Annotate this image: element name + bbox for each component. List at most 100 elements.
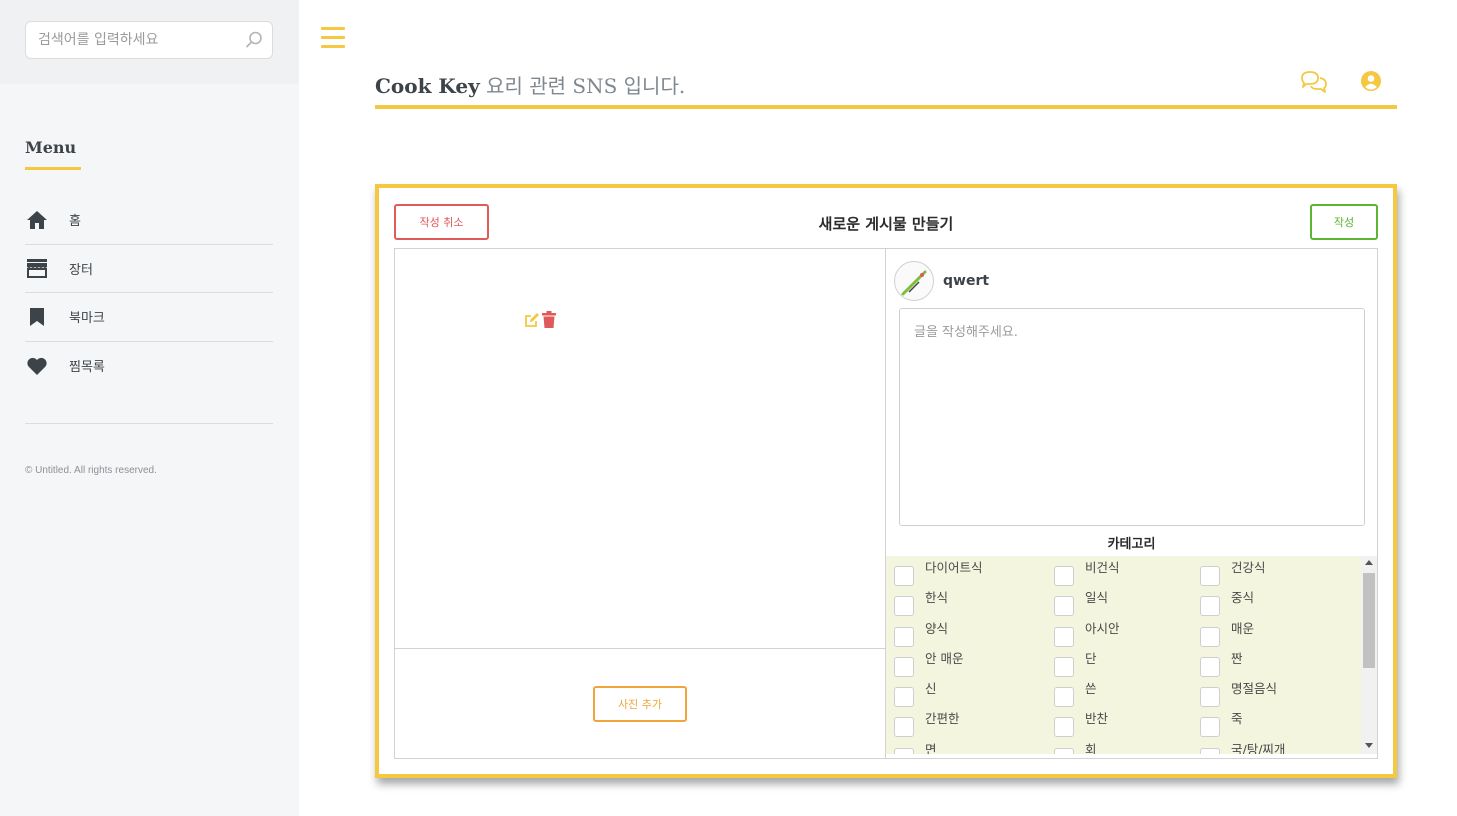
home-icon (25, 208, 49, 232)
category-option[interactable]: 국/탕/찌개 (1200, 742, 1285, 754)
new-post-modal: 작성 취소 새로운 게시물 만들기 작성 사진 추가 qwert 글을 작성해주… (375, 184, 1397, 778)
category-option[interactable]: 일식 (1054, 590, 1109, 617)
search-section (0, 0, 299, 84)
menu-list: 홈 장터 북마크 찜목록 (25, 196, 273, 390)
category-option[interactable]: 다이어트식 (894, 560, 983, 586)
sidebar-item-market[interactable]: 장터 (25, 245, 273, 293)
page-header: Cook Key 요리 관련 SNS 입니다. (375, 60, 1397, 109)
category-row: 간편한 반찬 죽 (894, 711, 1364, 741)
category-checkbox[interactable] (1054, 566, 1074, 586)
copyright-text: © Untitled. All rights reserved. (25, 465, 157, 476)
modal-title: 새로운 게시물 만들기 (818, 215, 954, 233)
category-option[interactable]: 명절음식 (1200, 681, 1278, 708)
category-checkbox[interactable] (1200, 747, 1220, 754)
image-preview-area[interactable] (395, 249, 885, 649)
user-icon[interactable] (1361, 71, 1381, 91)
category-checkbox[interactable] (894, 687, 914, 708)
category-title: 카테고리 (1107, 537, 1156, 552)
search-icon[interactable] (244, 30, 264, 50)
category-checkbox[interactable] (894, 656, 914, 677)
category-label: 중식 (1231, 590, 1255, 606)
category-option[interactable]: 한식 (894, 590, 948, 617)
category-checkbox[interactable] (894, 596, 914, 617)
category-label: 명절음식 (1231, 681, 1278, 697)
scroll-thumb[interactable] (1363, 573, 1375, 668)
category-grid: 다이어트식 비건식 건강식 한식 일식 중식 양식 아시안 매운 안 매운 단 … (894, 560, 1364, 754)
store-icon (25, 256, 49, 280)
chat-icon[interactable] (1300, 70, 1328, 94)
submit-button[interactable]: 작성 (1310, 204, 1378, 240)
category-label: 신 (925, 681, 937, 697)
sidebar-divider (25, 423, 273, 424)
category-label: 단 (1085, 650, 1097, 666)
sidebar-item-wishlist[interactable]: 찜목록 (25, 342, 273, 391)
category-label: 아시안 (1085, 620, 1120, 636)
category-option[interactable]: 간편한 (894, 711, 960, 738)
category-option[interactable]: 짠 (1200, 651, 1243, 677)
category-option[interactable]: 중식 (1200, 590, 1255, 617)
heart-icon (25, 354, 49, 378)
category-checkbox[interactable] (894, 717, 914, 738)
category-label: 간편한 (925, 711, 960, 727)
image-pane: 사진 추가 (395, 249, 886, 758)
category-option[interactable]: 회 (1054, 742, 1097, 754)
category-label: 양식 (925, 620, 949, 636)
sidebar-item-bookmark[interactable]: 북마크 (25, 293, 273, 342)
category-label: 건강식 (1231, 560, 1266, 575)
category-option[interactable]: 반찬 (1054, 711, 1109, 738)
category-label: 반찬 (1085, 711, 1109, 727)
category-row: 안 매운 단 짠 (894, 651, 1364, 681)
category-checkbox[interactable] (1200, 566, 1220, 586)
category-label: 안 매운 (925, 650, 964, 666)
category-checkbox[interactable] (1054, 626, 1074, 647)
category-checkbox[interactable] (894, 566, 914, 586)
category-checkbox[interactable] (894, 747, 914, 754)
category-row: 면 회 국/탕/찌개 (894, 742, 1364, 754)
category-checkbox[interactable] (1200, 687, 1220, 708)
category-option[interactable]: 매운 (1200, 621, 1254, 647)
sidebar-item-label: 홈 (69, 214, 81, 230)
category-option[interactable]: 안 매운 (894, 651, 963, 677)
sidebar: Menu 홈 장터 북마크 찜목록 © Untitled (0, 0, 299, 816)
category-label: 회 (1085, 741, 1097, 754)
add-photo-button[interactable]: 사진 추가 (593, 686, 687, 722)
category-option[interactable]: 단 (1054, 651, 1097, 677)
sidebar-item-home[interactable]: 홈 (25, 196, 273, 245)
trash-icon[interactable] (542, 311, 556, 328)
category-row: 다이어트식 비건식 건강식 (894, 560, 1364, 590)
search-input[interactable] (38, 22, 238, 58)
scroll-down-arrow-icon[interactable] (1365, 743, 1373, 748)
category-scrollbar[interactable] (1361, 556, 1377, 754)
category-checkbox[interactable] (1054, 596, 1074, 617)
category-label: 일식 (1085, 590, 1109, 606)
scroll-up-arrow-icon[interactable] (1365, 560, 1373, 565)
category-checkbox[interactable] (1200, 626, 1220, 647)
category-checkbox[interactable] (1054, 656, 1074, 677)
category-checkbox[interactable] (1054, 747, 1074, 754)
category-checkbox[interactable] (894, 626, 914, 647)
category-option[interactable]: 양식 (894, 621, 948, 647)
post-content-textarea[interactable] (899, 308, 1365, 526)
category-checkbox[interactable] (1200, 596, 1220, 617)
category-row: 신 쓴 명절음식 (894, 681, 1364, 711)
category-checkbox[interactable] (1054, 687, 1074, 708)
page-title: Cook Key 요리 관련 SNS 입니다. (375, 70, 685, 99)
category-option[interactable]: 죽 (1200, 711, 1243, 738)
category-option[interactable]: 신 (894, 681, 937, 708)
sidebar-item-label: 북마크 (69, 311, 105, 327)
category-option[interactable]: 건강식 (1200, 560, 1266, 586)
category-label: 짠 (1231, 650, 1243, 666)
category-checkbox[interactable] (1054, 717, 1074, 738)
username: qwert (943, 273, 990, 289)
brand-tagline: 요리 관련 SNS 입니다. (486, 74, 686, 98)
hamburger-menu-icon[interactable] (321, 27, 345, 49)
category-option[interactable]: 비건식 (1054, 560, 1120, 586)
post-details-pane: qwert 카테고리 다이어트식 비건식 건강식 한식 일식 중식 (886, 249, 1377, 758)
bookmark-icon (25, 305, 49, 329)
category-checkbox[interactable] (1200, 656, 1220, 677)
edit-icon[interactable] (524, 312, 540, 328)
category-option[interactable]: 아시안 (1054, 621, 1120, 647)
category-checkbox[interactable] (1200, 717, 1220, 738)
category-option[interactable]: 면 (894, 742, 937, 754)
category-option[interactable]: 쓴 (1054, 681, 1097, 708)
